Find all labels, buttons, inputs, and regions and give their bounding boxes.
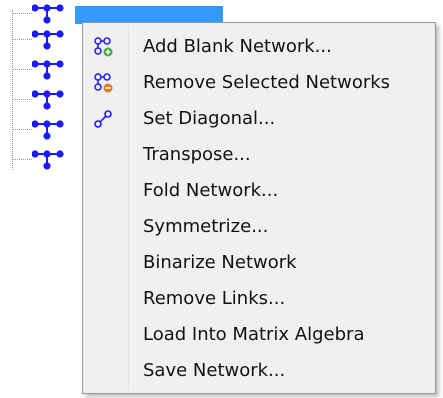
menu-item-label: Symmetrize...	[143, 216, 269, 237]
network-icon	[32, 120, 64, 140]
tree-connector	[12, 69, 32, 70]
network-icon	[32, 90, 64, 110]
menu-item-label: Remove Links...	[143, 288, 286, 309]
tree-connector	[12, 99, 32, 100]
menu-item-set-diagonal[interactable]: Set Diagonal...	[85, 101, 433, 137]
add-network-icon	[94, 37, 113, 57]
tree-node[interactable]	[12, 86, 92, 112]
network-icon	[32, 60, 64, 80]
tree-node[interactable]	[12, 0, 92, 26]
menu-item-label: Add Blank Network...	[143, 36, 332, 57]
tree-connector	[12, 159, 32, 160]
menu-item-add-blank-network[interactable]: Add Blank Network...	[85, 29, 433, 65]
menu-item-binarize-network[interactable]: Binarize Network	[85, 245, 433, 281]
menu-item-save-network[interactable]: Save Network...	[85, 353, 433, 389]
set-diagonal-icon	[94, 110, 112, 128]
menu-item-transpose[interactable]: Transpose...	[85, 137, 433, 173]
network-icon	[32, 4, 64, 24]
menu-item-label: Set Diagonal...	[143, 108, 276, 129]
menu-item-label: Load Into Matrix Algebra	[143, 324, 365, 345]
tree-node[interactable]	[12, 146, 92, 172]
tree-node[interactable]	[12, 116, 92, 142]
menu-item-label: Binarize Network	[143, 252, 297, 273]
context-menu: Add Blank Network... Remove Selected Net…	[82, 22, 436, 394]
menu-item-remove-links[interactable]: Remove Links...	[85, 281, 433, 317]
tree-connector	[12, 129, 32, 130]
tree-node[interactable]	[12, 26, 92, 52]
remove-network-icon	[94, 73, 113, 93]
menu-item-label: Transpose...	[143, 144, 251, 165]
menu-item-load-into-matrix-algebra[interactable]: Load Into Matrix Algebra	[85, 317, 433, 353]
menu-item-fold-network[interactable]: Fold Network...	[85, 173, 433, 209]
tree-connector	[12, 13, 32, 14]
network-icon	[32, 150, 64, 170]
menu-item-label: Fold Network...	[143, 180, 279, 201]
menu-item-symmetrize[interactable]: Symmetrize...	[85, 209, 433, 245]
tree-connector	[12, 39, 32, 40]
menu-item-label: Remove Selected Networks	[143, 72, 391, 93]
menu-item-remove-selected-networks[interactable]: Remove Selected Networks	[85, 65, 433, 101]
menu-item-label: Save Network...	[143, 360, 286, 381]
tree-node[interactable]	[12, 56, 92, 82]
network-icon	[32, 30, 64, 50]
